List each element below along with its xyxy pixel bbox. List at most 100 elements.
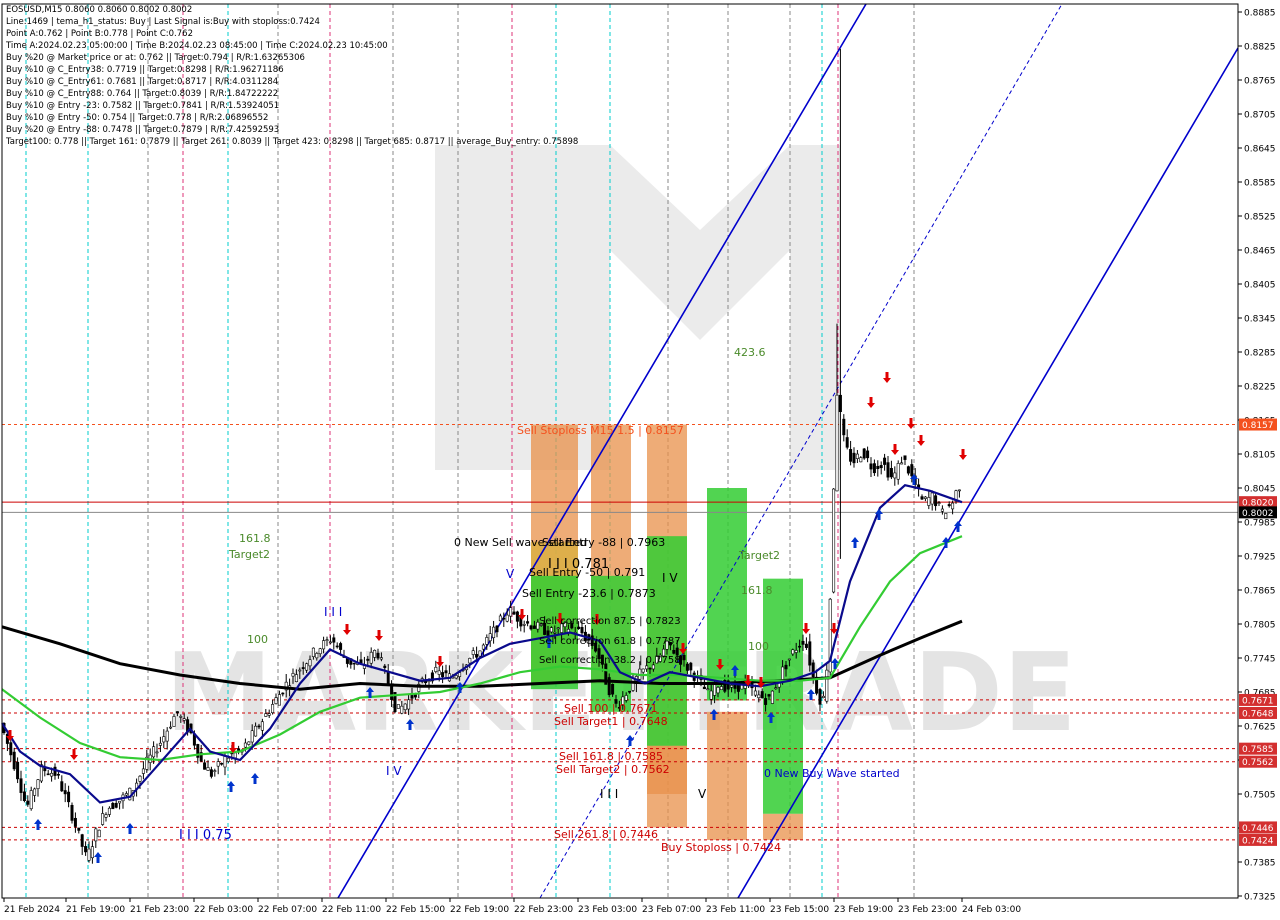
annotation-wave-iv-left: I V: [386, 764, 402, 778]
candle-body: [203, 762, 207, 770]
candle-body: [631, 677, 635, 691]
candle-body: [260, 721, 264, 731]
price-badge: 0.7562: [1239, 755, 1277, 768]
info-line: Point A:0.762 | Point B:0.778 | Point C:…: [6, 29, 193, 39]
annotation-fib-100-left: 100: [247, 633, 268, 646]
candle-body: [322, 640, 326, 650]
candle-body: [111, 802, 115, 810]
price-tick-label: 0.7625: [1244, 723, 1276, 733]
candle-body: [556, 627, 560, 630]
candle-body: [373, 649, 377, 658]
candle-body: [580, 627, 584, 634]
candle-body: [927, 497, 931, 506]
candle-body: [628, 690, 632, 693]
candle-body: [689, 662, 693, 671]
candle-body: [760, 691, 764, 699]
candle-body: [845, 437, 849, 448]
candle-body: [247, 741, 251, 745]
price-tick-label: 0.8645: [1244, 145, 1276, 155]
candle-body: [209, 769, 213, 777]
annotation-sell-target1: Sell Target1 | 0.7648: [554, 715, 668, 728]
candle-body: [798, 645, 802, 648]
annotation-buy-stoploss: Buy Stoploss | 0.7424: [661, 841, 781, 854]
candle-body: [444, 670, 448, 674]
candle-body: [16, 761, 20, 780]
candle-body: [706, 688, 710, 691]
candle-body: [141, 768, 145, 774]
annotation-sell-correction-87: Sell correction 87.5 | 0.7823: [539, 616, 681, 627]
candle-body: [549, 627, 553, 633]
candle-body: [532, 625, 536, 629]
candle-body: [80, 834, 84, 847]
candle-body: [220, 762, 224, 765]
annotation-sell-stoploss: Sell Stoploss M15 1.5 | 0.8157: [517, 424, 684, 437]
info-line: Buy %20 @ Entry -88: 0.7478 || Target:0.…: [6, 125, 280, 135]
candle-body: [403, 703, 407, 711]
candle-body: [407, 699, 411, 710]
candle-body: [896, 463, 900, 480]
annotation-fib-161-mid: 161.8: [741, 584, 773, 597]
time-tick-label: 23 Feb 11:00: [706, 905, 765, 915]
candle-body: [87, 848, 91, 861]
price-tick-label: 0.8405: [1244, 281, 1276, 291]
candle-body: [162, 736, 166, 743]
candle-body: [859, 457, 863, 463]
candle-body: [764, 698, 768, 705]
target-zone: [763, 813, 803, 840]
annotation-new-buy-wave: 0 New Buy Wave started: [764, 767, 900, 780]
candle-body: [36, 779, 40, 789]
time-tick-label: 23 Feb 23:00: [898, 905, 957, 915]
candle-body: [937, 502, 941, 504]
candle-body: [90, 846, 94, 859]
candle-body: [101, 813, 105, 825]
price-tick-label: 0.8225: [1244, 383, 1276, 393]
candle-body: [60, 781, 64, 792]
candle-body: [832, 488, 836, 593]
price-badge-label: 0.7562: [1242, 758, 1274, 768]
time-tick-label: 22 Feb 19:00: [450, 905, 509, 915]
annotation-fib-423: 423.6: [734, 346, 766, 359]
candle-body: [781, 666, 785, 681]
candle-body: [951, 502, 955, 510]
candle-body: [774, 687, 778, 690]
candle-body: [767, 694, 771, 697]
candle-body: [804, 643, 808, 648]
time-tick-label: 23 Feb 15:00: [770, 905, 829, 915]
price-tick-label: 0.8585: [1244, 179, 1276, 189]
candle-body: [944, 513, 948, 520]
candle-body: [63, 790, 67, 795]
candle-body: [770, 690, 774, 704]
candle-body: [379, 657, 383, 660]
target-zone: [707, 711, 747, 840]
candle-body: [254, 725, 258, 737]
candle-body: [437, 670, 441, 675]
candle-body: [485, 637, 489, 645]
candle-body: [359, 659, 363, 664]
candle-body: [522, 623, 526, 626]
candle-body: [53, 766, 57, 776]
candle-body: [716, 687, 720, 694]
price-tick-label: 0.7865: [1244, 587, 1276, 597]
candle-body: [352, 662, 356, 665]
candle-body: [179, 716, 183, 718]
price-badge: 0.7424: [1239, 833, 1277, 846]
candle-body: [315, 653, 319, 659]
candle-body: [794, 650, 798, 653]
price-tick-label: 0.8705: [1244, 111, 1276, 121]
price-tick-label: 0.8105: [1244, 451, 1276, 461]
candle-body: [505, 614, 509, 622]
annotation-wave-iii-bottom: I I I: [600, 787, 618, 801]
candle-body: [206, 767, 210, 771]
candle-body: [685, 663, 689, 671]
price-badge-label: 0.7446: [1242, 824, 1274, 834]
time-tick-label: 24 Feb 03:00: [962, 905, 1021, 915]
time-tick-label: 21 Feb 23:00: [130, 905, 189, 915]
candle-body: [862, 448, 866, 459]
candle-body: [906, 466, 910, 474]
candle-body: [118, 800, 122, 804]
price-tick-label: 0.7385: [1244, 859, 1276, 869]
candle-body: [264, 713, 268, 717]
price-tick-label: 0.8285: [1244, 349, 1276, 359]
candle-body: [267, 713, 271, 716]
annotation-wave-v-top: V: [506, 567, 515, 581]
